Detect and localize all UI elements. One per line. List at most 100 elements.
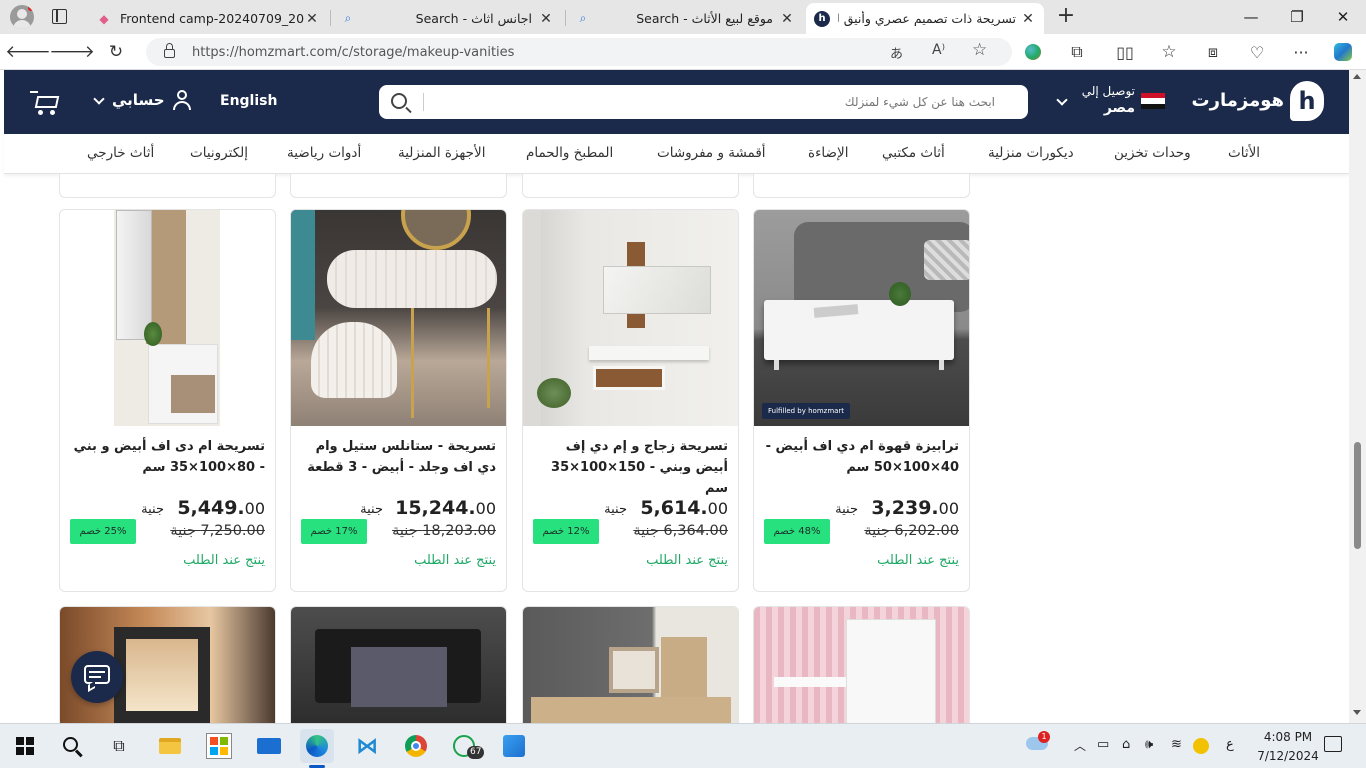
close-icon[interactable]: ✕	[304, 11, 320, 27]
product-card-partial[interactable]	[522, 174, 739, 198]
nav-item-home-decor[interactable]: ديكورات منزلية	[988, 145, 1074, 161]
favorites-icon[interactable]: ☆	[1154, 38, 1184, 66]
close-icon[interactable]: ✕	[779, 11, 795, 27]
product-card[interactable]: تسريحة - ستانلس ستيل وام دي اف وجلد - أب…	[290, 209, 507, 592]
nav-item-office-furniture[interactable]: أثاث مكتبي	[882, 145, 945, 161]
file-explorer-icon[interactable]	[153, 730, 187, 762]
minimize-button[interactable]: —	[1228, 0, 1274, 34]
more-menu-icon[interactable]: ···	[1286, 38, 1316, 66]
clock-date[interactable]: 7/12/2024	[1252, 749, 1324, 763]
whatsapp-icon[interactable]: 67	[447, 730, 485, 762]
close-icon[interactable]: ✕	[1020, 11, 1036, 27]
translate-icon[interactable]: あ	[890, 43, 903, 62]
volume-icon[interactable]: 🕪	[1145, 737, 1153, 752]
nav-item-textiles[interactable]: أقمشة و مفروشات	[657, 145, 766, 161]
photos-app-icon[interactable]	[497, 730, 531, 762]
site-logo[interactable]: h هومزمارت	[1190, 80, 1330, 124]
tab-search-agans[interactable]: ⌕ اجانس اثاث - Search ✕	[332, 3, 562, 34]
clock-time[interactable]: 4:08 PM	[1258, 730, 1318, 744]
tab-frontend-camp[interactable]: ◆ Frontend camp-20240709_20133 ✕	[88, 3, 328, 34]
wifi-icon[interactable]: ≋	[1171, 737, 1182, 752]
search-box[interactable]	[379, 85, 1028, 119]
norton-icon[interactable]	[1193, 738, 1209, 754]
product-card-partial[interactable]	[753, 606, 970, 723]
product-image-mdf-vanity[interactable]	[60, 210, 275, 426]
tab-search-furniture[interactable]: ⌕ موقع لبيع الأثاث - Search ✕	[567, 3, 803, 34]
nav-item-electronics[interactable]: إلكترونيات	[190, 145, 248, 161]
copilot-icon[interactable]	[1328, 38, 1358, 66]
product-card-partial[interactable]	[290, 174, 507, 198]
new-tab-button[interactable]: +	[1054, 3, 1078, 29]
nav-item-outdoor[interactable]: أثاث خارجي	[87, 145, 154, 161]
scroll-down-arrow[interactable]	[1353, 710, 1361, 715]
nav-item-lighting[interactable]: الإضاءة	[808, 145, 848, 161]
product-image-black-vanity[interactable]	[291, 607, 506, 723]
product-card-partial[interactable]	[59, 174, 276, 198]
mail-icon[interactable]	[252, 730, 286, 762]
product-name[interactable]: تسريحة ام دى اف أبيض و بني - 80×100×35 س…	[70, 436, 265, 478]
show-hidden-icons[interactable]: ︿	[1074, 737, 1086, 754]
start-button[interactable]	[8, 730, 42, 762]
tab-actions-icon[interactable]	[52, 9, 67, 24]
price-currency: جنية	[604, 502, 627, 517]
product-card-partial[interactable]	[290, 606, 507, 723]
search-icon[interactable]	[55, 730, 89, 762]
extensions-icon[interactable]: ⧉	[1062, 38, 1092, 66]
vscode-icon[interactable]: ⋈	[350, 730, 384, 762]
nav-item-kitchen-bath[interactable]: المطبخ والحمام	[526, 145, 613, 161]
product-image-pink-wardrobe[interactable]	[754, 607, 969, 723]
url-field[interactable]: https://homzmart.com/c/storage/makeup-va…	[146, 38, 1012, 66]
close-window-button[interactable]: ✕	[1320, 0, 1366, 34]
tab-vanity-active[interactable]: h تسريحة ذات تصميم عصري وأنيق لـ ✕	[806, 3, 1044, 34]
close-icon[interactable]: ✕	[538, 11, 554, 27]
profile-avatar-icon[interactable]	[10, 5, 34, 29]
language-indicator[interactable]: ع	[1226, 737, 1234, 752]
account-menu[interactable]: حسابي	[90, 88, 200, 116]
ms-store-icon[interactable]	[202, 730, 236, 762]
browser-essentials-icon[interactable]: ♡	[1242, 38, 1272, 66]
product-card-partial[interactable]	[522, 606, 739, 723]
favorite-star-icon[interactable]: ☆	[972, 40, 987, 60]
lock-shackle	[166, 43, 173, 50]
tab-title: تسريحة ذات تصميم عصري وأنيق لـ	[838, 11, 1016, 26]
cart-icon[interactable]	[30, 88, 64, 118]
refresh-button[interactable]: ↻	[101, 38, 131, 66]
product-card-partial[interactable]	[753, 174, 970, 198]
deliver-to-selector[interactable]: توصيل إلي مصر	[1054, 82, 1169, 122]
scrollbar-thumb[interactable]	[1354, 442, 1361, 549]
language-switch[interactable]: English	[220, 93, 277, 109]
nav-item-sports[interactable]: أدوات رياضية	[287, 145, 361, 161]
product-image-wood-vanity[interactable]	[523, 607, 738, 723]
product-name[interactable]: تسريحة زجاج و إم دي إف أبيض وبني - 150×1…	[533, 436, 728, 499]
read-aloud-icon[interactable]: A⁾	[932, 42, 945, 58]
search-input[interactable]	[419, 85, 999, 119]
product-card[interactable]: تسريحة زجاج و إم دي إف أبيض وبني - 150×1…	[522, 209, 739, 592]
extension-globe-icon[interactable]	[1018, 38, 1048, 66]
split-screen-icon[interactable]: ▯▯	[1110, 38, 1140, 66]
search-icon: ⌕	[344, 11, 352, 25]
vertical-scrollbar[interactable]	[1349, 70, 1366, 723]
battery-icon[interactable]: ▭	[1097, 737, 1109, 752]
product-name[interactable]: تسريحة - ستانلس ستيل وام دي اف وجلد - أب…	[301, 436, 496, 478]
task-view-icon[interactable]: ⧉	[102, 730, 136, 762]
edge-icon[interactable]	[300, 729, 334, 763]
product-card[interactable]: Fulfilled by homzmart ترابيزة قهوة ام دي…	[753, 209, 970, 592]
product-image-leather-vanity[interactable]	[291, 210, 506, 426]
chat-button[interactable]	[71, 651, 123, 703]
notifications-icon[interactable]	[1324, 736, 1342, 752]
product-image-coffee-table[interactable]: Fulfilled by homzmart	[754, 210, 969, 426]
product-name[interactable]: ترابيزة قهوة ام دي اف أبيض - 40×100×50 س…	[764, 436, 959, 478]
collections-icon[interactable]: ⧈	[1198, 38, 1228, 66]
back-button[interactable]: 🡐	[5, 38, 51, 66]
forward-button[interactable]: 🡒	[49, 38, 95, 66]
network-icon[interactable]: ⌂	[1122, 737, 1130, 752]
product-card[interactable]: تسريحة ام دى اف أبيض و بني - 80×100×35 س…	[59, 209, 276, 592]
nav-item-furniture[interactable]: الأثاث	[1228, 145, 1260, 161]
nav-item-storage[interactable]: وحدات تخزين	[1114, 145, 1191, 161]
search-icon[interactable]	[391, 93, 407, 109]
nav-item-appliances[interactable]: الأجهزة المنزلية	[398, 145, 485, 161]
restore-button[interactable]: ❐	[1274, 0, 1320, 34]
scroll-up-arrow[interactable]	[1353, 74, 1361, 79]
product-image-glass-vanity[interactable]	[523, 210, 738, 426]
chrome-icon[interactable]	[399, 730, 433, 762]
